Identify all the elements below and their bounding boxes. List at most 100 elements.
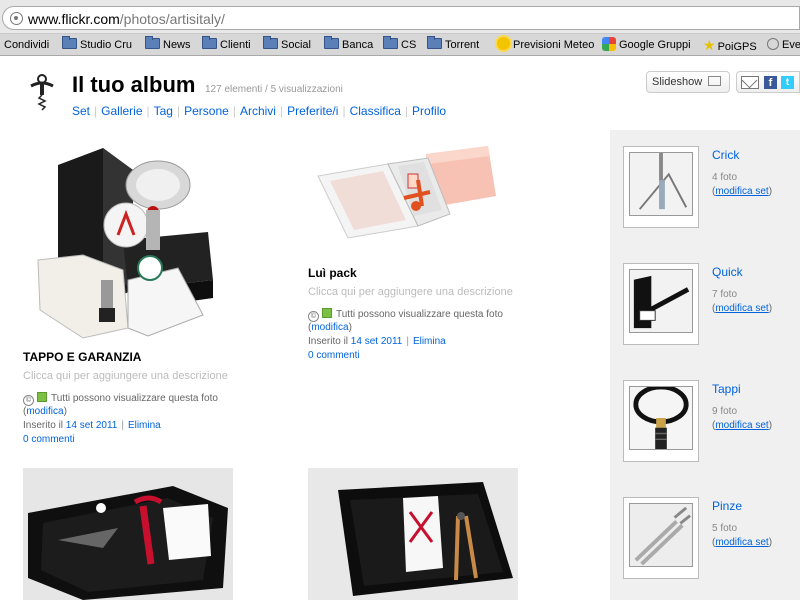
- bookmark-cs[interactable]: CS: [383, 36, 417, 53]
- nav-persone[interactable]: Persone: [184, 104, 229, 118]
- set-name-crick[interactable]: Crick: [712, 148, 739, 162]
- photo-description-placeholder[interactable]: Clicca qui per aggiungere una descrizion…: [23, 370, 228, 382]
- set-name-pinze[interactable]: Pinze: [712, 499, 742, 513]
- permission-text: Tutti possono visualizzare questa foto: [336, 309, 503, 320]
- bookmark-label: Clienti: [220, 39, 251, 51]
- url-text[interactable]: www.flickr.com/photos/artisitaly/: [28, 11, 225, 27]
- set-edit-pinze: (modifica set): [712, 537, 773, 548]
- photo-upload-info: Inserito il 14 set 2011 | Elimina: [23, 420, 161, 431]
- copyright-icon: ©: [23, 395, 34, 406]
- delete-link[interactable]: Elimina: [413, 336, 446, 347]
- nav-preferite[interactable]: Preferite/i: [287, 104, 338, 118]
- star-icon: ★: [703, 37, 716, 53]
- bookmark-social[interactable]: Social: [263, 36, 311, 53]
- bookmarks-bar: Condividi Studio Cru News Clienti Social…: [0, 34, 800, 56]
- edit-set-link[interactable]: modifica set: [715, 303, 768, 314]
- set-edit-crick: (modifica set): [712, 186, 773, 197]
- set-count-pinze: 5 foto: [712, 523, 738, 534]
- bookmark-google-gruppi[interactable]: Google Gruppi: [602, 37, 691, 53]
- photo-comments-link[interactable]: 0 commenti: [23, 434, 75, 445]
- set-image-crick: [629, 152, 693, 216]
- inserted-label: Inserito il: [23, 420, 64, 431]
- nav-profilo[interactable]: Profilo: [412, 104, 446, 118]
- bookmark-news[interactable]: News: [145, 36, 191, 53]
- bookmark-clienti[interactable]: Clienti: [202, 36, 251, 53]
- twitter-icon[interactable]: t: [781, 76, 794, 89]
- copyright-icon: ©: [308, 311, 319, 322]
- mail-icon[interactable]: [741, 76, 759, 89]
- edit-set-link[interactable]: modifica set: [715, 420, 768, 431]
- inserted-label: Inserito il: [308, 336, 349, 347]
- bookmark-label: Studio Cru: [80, 39, 132, 51]
- page-title: Il tuo album: [72, 72, 196, 97]
- bookmark-banca[interactable]: Banca: [324, 36, 374, 53]
- album-stats: 127 elementi / 5 visualizzazioni: [205, 84, 343, 95]
- set-image-quick: [629, 269, 693, 333]
- edit-link[interactable]: modifica: [26, 406, 63, 417]
- globe-icon: [767, 38, 779, 50]
- edit-set-link[interactable]: modifica set: [715, 537, 768, 548]
- google-icon: [602, 37, 616, 51]
- photo-permission: © Tutti possono visualizzare questa foto: [308, 308, 503, 322]
- set-thumbnail-crick[interactable]: [623, 146, 699, 228]
- nav-archivi[interactable]: Archivi: [240, 104, 276, 118]
- public-icon: [322, 308, 332, 318]
- set-name-quick[interactable]: Quick: [712, 265, 743, 279]
- set-count-tappi: 9 foto: [712, 406, 738, 417]
- photo-title[interactable]: TAPPO E GARANZIA: [23, 350, 141, 364]
- folder-icon: [202, 36, 217, 49]
- corkscrew-logo-icon: [30, 74, 54, 111]
- url-host: www.flickr.com: [28, 11, 120, 27]
- bookmark-torrent[interactable]: Torrent: [427, 36, 480, 53]
- bookmark-poigps[interactable]: ★ PoiGPS: [703, 37, 757, 53]
- public-icon: [37, 392, 47, 402]
- bookmark-label: Torrent: [445, 39, 480, 51]
- bookmark-label: CS: [401, 39, 417, 51]
- photo-tappo-e-garanzia[interactable]: [28, 140, 230, 348]
- sun-icon: [497, 37, 510, 50]
- photo-date-link[interactable]: 14 set 2011: [66, 420, 118, 431]
- bookmark-studio-cru[interactable]: Studio Cru: [62, 36, 132, 53]
- bookmark-label: Banca: [342, 39, 374, 51]
- edit-set-link[interactable]: modifica set: [715, 186, 768, 197]
- browser-toolbar: www.flickr.com/photos/artisitaly/: [0, 0, 800, 34]
- bookmark-previsioni-meteo[interactable]: Previsioni Meteo: [497, 37, 594, 53]
- nav-gallerie[interactable]: Gallerie: [101, 104, 142, 118]
- set-name-tappi[interactable]: Tappi: [712, 382, 741, 396]
- photo-description-placeholder[interactable]: Clicca qui per aggiungere una descrizion…: [308, 286, 513, 298]
- folder-icon: [263, 36, 278, 49]
- set-thumbnail-tappi[interactable]: [623, 380, 699, 462]
- photo-edit-link: (modifica): [308, 322, 352, 333]
- delete-link[interactable]: Elimina: [128, 420, 161, 431]
- bookmark-eve[interactable]: Eve: [767, 37, 800, 53]
- url-path: /photos/artisitaly/: [119, 11, 225, 27]
- facebook-icon[interactable]: f: [764, 76, 777, 89]
- set-thumbnail-pinze[interactable]: [623, 497, 699, 579]
- set-thumbnail-quick[interactable]: [623, 263, 699, 345]
- album-nav: Set | Gallerie | Tag | Persone | Archivi | Preferi…: [72, 104, 447, 118]
- photo-pinze-box[interactable]: [308, 468, 518, 600]
- edit-link[interactable]: modifica: [311, 322, 348, 333]
- bookmark-label: Previsioni Meteo: [513, 39, 595, 51]
- bookmark-condividi[interactable]: Condividi: [4, 37, 49, 53]
- slideshow-label: Slideshow: [652, 76, 703, 88]
- bookmark-label: Condividi: [4, 39, 50, 51]
- photo-lui-pack[interactable]: [308, 136, 518, 246]
- bookmark-label: PoiGPS: [717, 41, 757, 53]
- folder-icon: [324, 36, 339, 49]
- photo-comments-link[interactable]: 0 commenti: [308, 350, 360, 361]
- bookmark-label: News: [163, 39, 191, 51]
- set-count-quick: 7 foto: [712, 289, 738, 300]
- nav-set[interactable]: Set: [72, 104, 90, 118]
- photo-title[interactable]: Luì pack: [308, 266, 357, 280]
- share-buttons: f t: [736, 71, 800, 93]
- nav-classifica[interactable]: Classifica: [350, 104, 401, 118]
- set-image-pinze: [629, 503, 693, 567]
- slideshow-button[interactable]: Slideshow: [646, 71, 730, 93]
- photo-date-link[interactable]: 14 set 2011: [351, 336, 403, 347]
- folder-icon: [427, 36, 442, 49]
- photo-crick-box[interactable]: [23, 468, 233, 600]
- bookmark-label: Eve: [782, 39, 800, 51]
- nav-tag[interactable]: Tag: [154, 104, 173, 118]
- address-bar[interactable]: www.flickr.com/photos/artisitaly/: [2, 6, 800, 30]
